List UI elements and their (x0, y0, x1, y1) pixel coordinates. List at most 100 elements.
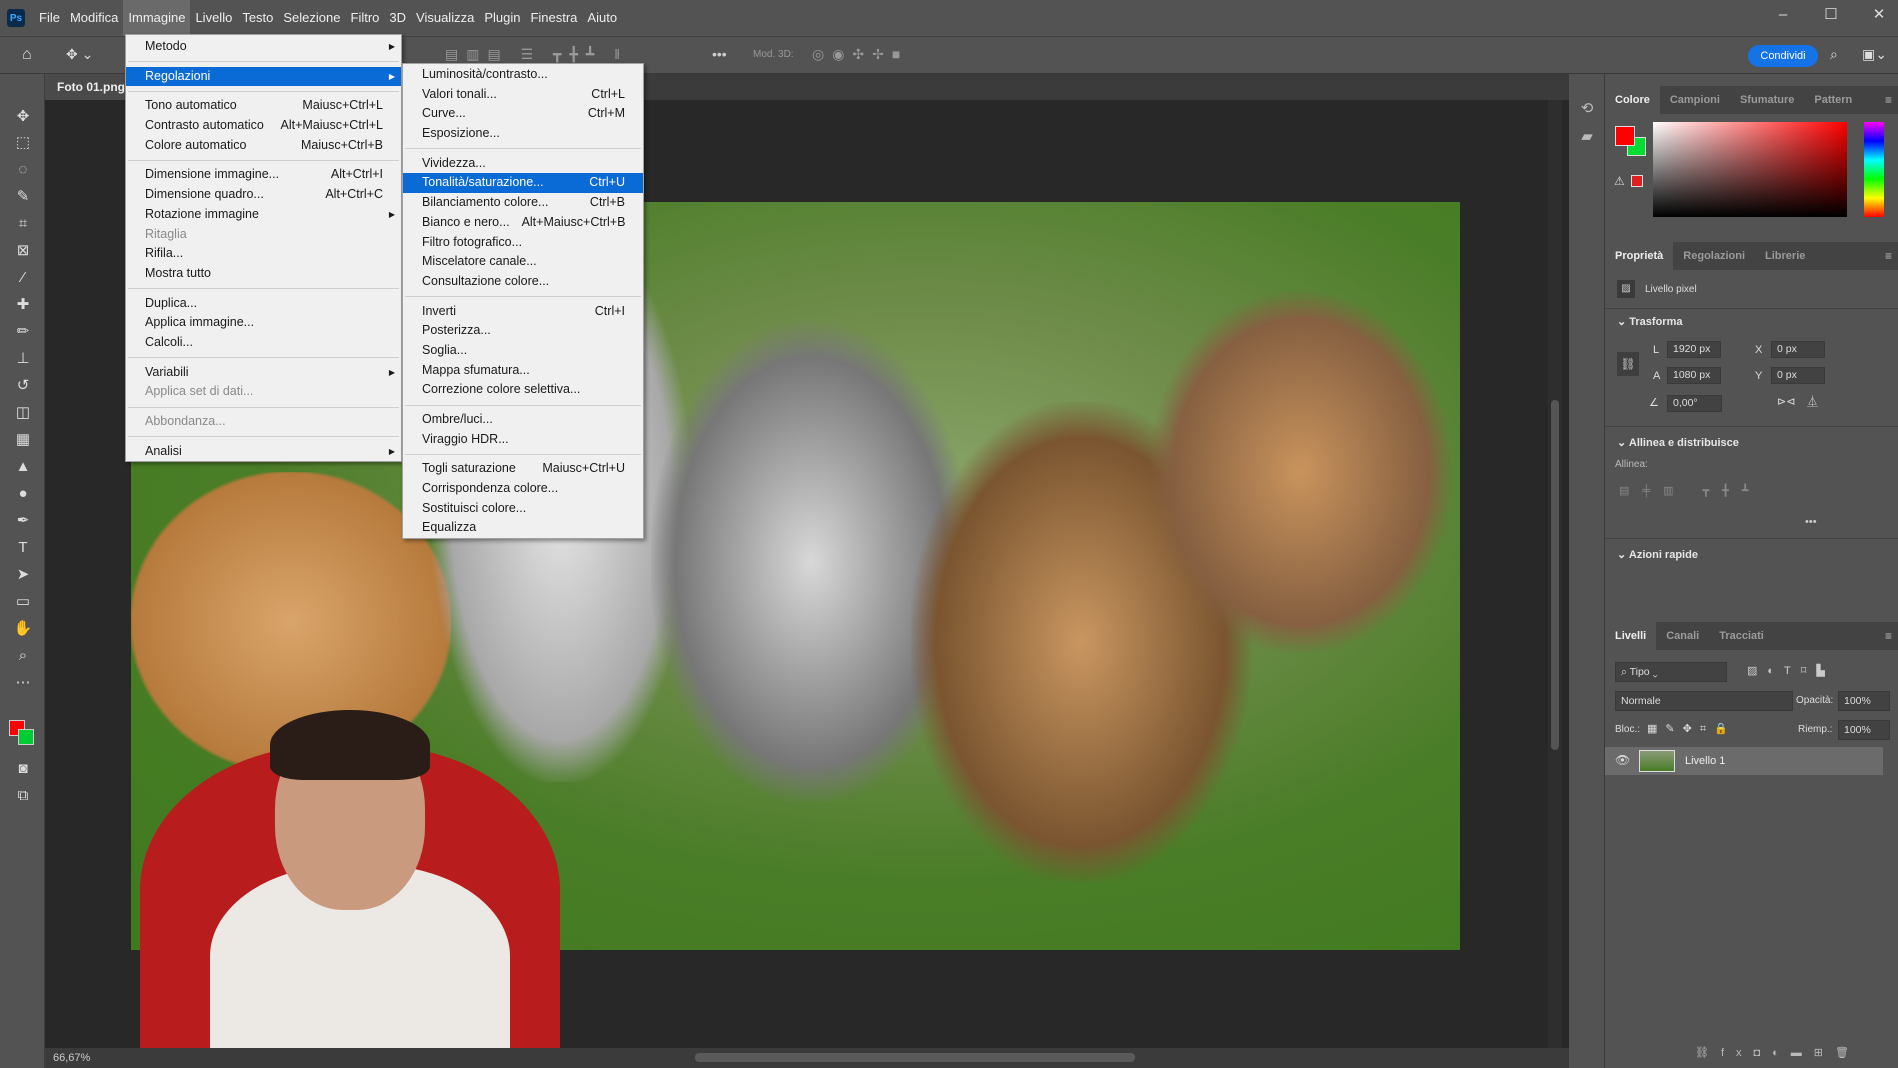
minimize-button[interactable]: – (1760, 0, 1806, 30)
menu-item[interactable]: Curve... Ctrl+M (403, 104, 643, 124)
crop-tool-icon[interactable]: ⌗ (12, 213, 34, 235)
panel-menu-icon[interactable]: ≡ (1885, 629, 1892, 643)
vertical-scrollbar[interactable] (1548, 100, 1562, 1048)
quick-mask-icon[interactable]: ◙ (12, 758, 34, 780)
panel-menu-icon[interactable]: ≡ (1885, 93, 1892, 107)
menu-file[interactable]: File (34, 0, 65, 36)
menu-item[interactable]: Bianco e nero... Alt+Maiusc+Ctrl+B (403, 213, 643, 233)
align-section[interactable]: ⌄ Allinea e distribuisce (1617, 436, 1739, 449)
menu-item[interactable]: Bilanciamento colore... Ctrl+B (403, 193, 643, 213)
document-tab[interactable]: Foto 01.png (45, 74, 137, 100)
move-tool-icon[interactable]: ✥ ⌄ (66, 46, 93, 63)
fill-field[interactable]: 100% (1838, 720, 1890, 740)
menu-item[interactable]: Luminosità/contrasto... (403, 65, 643, 85)
zoom-level[interactable]: 66,67% (53, 1052, 90, 1064)
quick-select-tool-icon[interactable]: ✎ (12, 186, 34, 208)
menu-filtro[interactable]: Filtro (346, 0, 385, 36)
blend-mode-select[interactable]: Normale (1615, 691, 1793, 711)
tab-proprieta[interactable]: Proprietà (1605, 242, 1674, 270)
menu-item[interactable]: Duplica... (126, 294, 401, 314)
menu-item[interactable]: Esposizione... (403, 124, 643, 144)
share-button[interactable]: Condividi (1748, 45, 1818, 67)
type-tool-icon[interactable]: T (12, 537, 34, 559)
move-tool-icon[interactable]: ✥ (12, 106, 34, 128)
zoom-tool-icon[interactable]: ⌕ (12, 645, 34, 667)
3d-mode-icons[interactable]: ◎◉✣✢■ (812, 46, 908, 63)
home-icon[interactable]: ⌂ (22, 46, 32, 64)
menu-aiuto[interactable]: Aiuto (582, 0, 622, 36)
visibility-eye-icon[interactable]: 👁 (1615, 753, 1630, 767)
link-dimensions-icon[interactable]: ⛓ (1617, 352, 1639, 376)
history-brush-icon[interactable]: ↺ (12, 375, 34, 397)
menu-item[interactable]: Viraggio HDR... (403, 430, 643, 450)
menu-item[interactable]: Dimensione quadro... Alt+Ctrl+C (126, 185, 401, 205)
menu-item[interactable]: Mostra tutto (126, 264, 401, 284)
frame-tool-icon[interactable]: ⊠ (12, 240, 34, 262)
menu-item[interactable]: Regolazioni ▶ (126, 66, 401, 87)
menu-item[interactable]: Togli saturazione Maiusc+Ctrl+U (403, 459, 643, 479)
opacity-field[interactable]: 100% (1838, 691, 1890, 711)
menu-item[interactable]: Rifila... (126, 244, 401, 264)
flip-vertical-icon[interactable]: ⏅ (1807, 393, 1818, 409)
layer-row[interactable]: 👁 Livello 1 (1605, 747, 1883, 775)
lasso-tool-icon[interactable]: ◌ (12, 159, 34, 181)
width-field[interactable]: 1920 px (1667, 341, 1721, 358)
menu-plugin[interactable]: Plugin (479, 0, 525, 36)
hue-slider[interactable] (1864, 122, 1884, 217)
menu-3d[interactable]: 3D (384, 0, 411, 36)
more-align-button[interactable]: ••• (1805, 516, 1817, 528)
eyedropper-tool-icon[interactable]: ⁄ (12, 267, 34, 289)
brush-tool-icon[interactable]: ✏ (12, 321, 34, 343)
menu-item[interactable]: Mappa sfumatura... (403, 361, 643, 381)
path-select-icon[interactable]: ➤ (12, 564, 34, 586)
more-options-button[interactable]: ••• (712, 46, 727, 62)
menu-item[interactable]: Corrispondenza colore... (403, 479, 643, 499)
history-panel-icon[interactable]: ⟲ (1576, 98, 1598, 120)
background-color-swatch[interactable] (18, 729, 34, 745)
menu-selezione[interactable]: Selezione (278, 0, 345, 36)
gradient-tool-icon[interactable]: ▦ (12, 429, 34, 451)
menu-item[interactable]: Valori tonali... Ctrl+L (403, 85, 643, 105)
gamut-color-swatch[interactable] (1631, 175, 1643, 187)
menu-item[interactable]: Tonalità/saturazione... Ctrl+U (403, 173, 643, 194)
menu-item[interactable]: Soglia... (403, 341, 643, 361)
menu-item[interactable]: Variabili ▶ (126, 363, 401, 383)
height-field[interactable]: 1080 px (1667, 367, 1721, 384)
menu-item[interactable]: Vividezza... (403, 154, 643, 174)
menu-item[interactable]: Analisi ▶ (126, 442, 401, 462)
menu-item[interactable]: Tono automatico Maiusc+Ctrl+L (126, 96, 401, 116)
menu-visualizza[interactable]: Visualizza (411, 0, 479, 36)
stamp-tool-icon[interactable]: ⊥ (12, 348, 34, 370)
tab-tracciati[interactable]: Tracciati (1709, 622, 1774, 650)
panel-menu-icon[interactable]: ≡ (1885, 249, 1892, 263)
lock-icons[interactable]: ▦✎✥⌗🔒 (1647, 722, 1736, 736)
layer-filter-select[interactable]: ⌕ Tipo ⌄ (1615, 662, 1727, 682)
menu-item[interactable]: Colore automatico Maiusc+Ctrl+B (126, 136, 401, 156)
quick-actions-section[interactable]: ⌄ Azioni rapide (1617, 548, 1698, 561)
x-field[interactable]: 0 px (1771, 341, 1825, 358)
menu-item[interactable]: Miscelatore canale... (403, 252, 643, 272)
transform-section[interactable]: ⌄ Trasforma (1617, 315, 1682, 328)
close-button[interactable]: ✕ (1856, 0, 1898, 30)
tab-regolazioni[interactable]: Regolazioni (1673, 242, 1755, 270)
tab-sfumature[interactable]: Sfumature (1730, 86, 1804, 114)
blur-tool-icon[interactable]: ▲ (12, 456, 34, 478)
menu-item[interactable]: Posterizza... (403, 321, 643, 341)
menu-item[interactable]: Dimensione immagine... Alt+Ctrl+I (126, 165, 401, 185)
hand-tool-icon[interactable]: ✋ (12, 618, 34, 640)
tab-canali[interactable]: Canali (1656, 622, 1709, 650)
menu-item[interactable]: Ombre/luci... (403, 410, 643, 430)
menu-item[interactable]: Contrasto automatico Alt+Maiusc+Ctrl+L (126, 116, 401, 136)
layer-filter-icons[interactable]: ▨◐T⌑▙ (1747, 664, 1835, 677)
menu-item[interactable]: Calcoli... (126, 333, 401, 353)
color-field[interactable] (1653, 122, 1847, 217)
menu-item[interactable]: Filtro fotografico... (403, 233, 643, 253)
menu-item[interactable]: Metodo ▶ (126, 37, 401, 57)
menu-item[interactable]: Consultazione colore... (403, 272, 643, 292)
tab-librerie[interactable]: Librerie (1755, 242, 1815, 270)
y-field[interactable]: 0 px (1771, 367, 1825, 384)
menu-item[interactable]: Inverti Ctrl+I (403, 302, 643, 322)
rectangle-tool-icon[interactable]: ▭ (12, 591, 34, 613)
horizontal-scrollbar[interactable] (695, 1053, 1135, 1062)
menu-immagine[interactable]: Immagine (123, 0, 191, 36)
